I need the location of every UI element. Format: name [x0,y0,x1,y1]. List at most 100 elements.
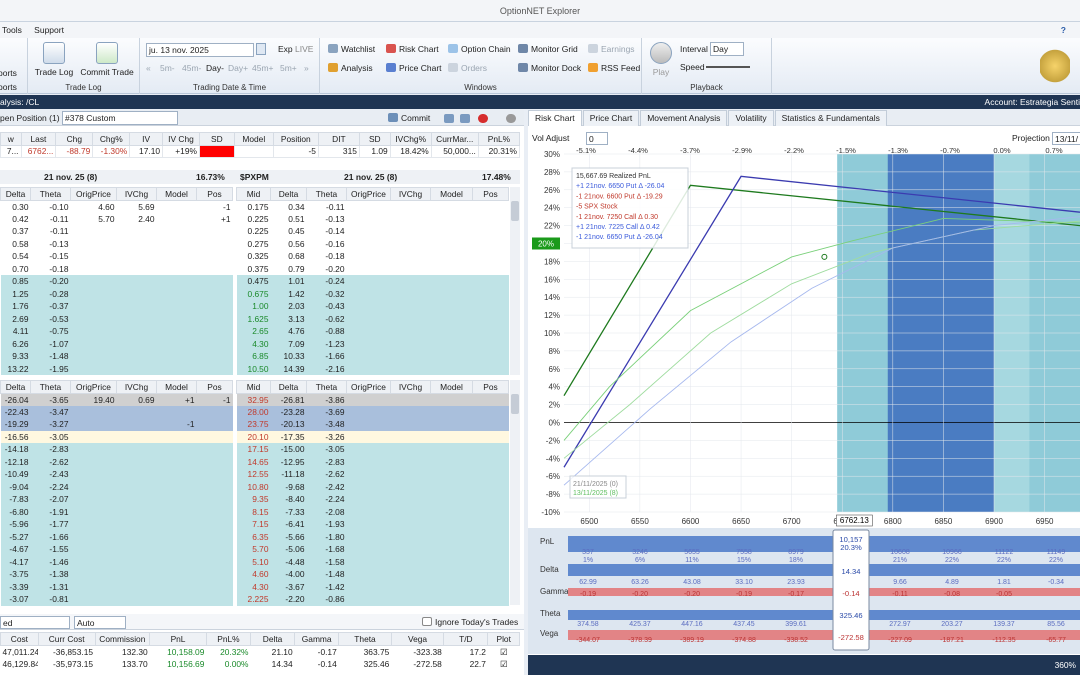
analysis-button[interactable]: Analysis [328,63,373,73]
chain-row[interactable]: 1.00 2.03 -0.43 [236,300,509,313]
chain-row[interactable]: -4.67 -1.55 [0,543,233,556]
scrollbar-thumb[interactable] [511,201,519,221]
commit-button[interactable]: Commit [388,110,430,126]
chain-row[interactable]: 6.35 -5.66 -1.80 [236,530,509,543]
trade-row[interactable]: 47,011.24 -36,853.15 132.30 10,158.09 20.32%… [1,645,520,658]
play-button[interactable]: Play [648,42,674,77]
price-chart-button[interactable]: Price Chart [386,63,442,73]
chain-row[interactable]: -3.39 -1.31 [0,580,233,593]
chain-row[interactable]: 1.25 -0.28 [0,287,233,300]
ignore-trades-checkbox[interactable]: Ignore Today's Trades [422,614,518,630]
chain-row[interactable]: 0.70 -0.18 [0,262,233,275]
chain-row[interactable]: 0.54 -0.15 [0,250,233,263]
ports-label[interactable]: ports [0,68,17,78]
chain-row[interactable]: 20.10 -17.35 -3.26 [236,430,509,443]
filter-select[interactable]: ed [0,616,70,629]
chain-row[interactable]: 6.85 10.33 -1.66 [236,350,509,363]
chain-row[interactable]: 10.80 -9.68 -2.42 [236,480,509,493]
zoom-icon[interactable] [444,114,454,123]
chain-row[interactable]: 0.225 0.45 -0.14 [236,225,509,238]
chain-row[interactable]: -14.18 -2.83 [0,443,233,456]
chain-row[interactable]: 0.475 1.01 -0.24 [236,275,509,288]
chain-row[interactable]: 17.15 -15.00 -3.05 [236,443,509,456]
chain-row[interactable]: -6.80 -1.91 [0,505,233,518]
calendar-icon[interactable] [256,43,266,55]
chain-row[interactable]: 4.11 -0.75 [0,325,233,338]
risk-chart[interactable]: 30% 28% 26% 24% 22% 20% 18% 16% 14% 12% 10% 8% 6% 4% 2… [528,146,1080,528]
step-back-icon[interactable]: « [146,63,151,73]
chain-row[interactable]: -5.27 -1.66 [0,530,233,543]
chain-row[interactable]: -3.07 -0.81 [0,593,233,606]
trading-date-input[interactable]: ju. 13 nov. 2025 [146,43,254,57]
chain-row[interactable]: 2.65 4.76 -0.88 [236,325,509,338]
chain-row[interactable]: 12.55 -11.18 -2.62 [236,468,509,481]
step-forward-icon[interactable]: » [304,63,309,73]
chain-row[interactable]: -3.75 -1.38 [0,568,233,581]
step-day-forward[interactable]: Day+ [228,63,248,73]
chain-row[interactable]: 4.30 7.09 -1.23 [236,337,509,350]
speed-slider[interactable] [706,66,750,68]
trade-row[interactable]: 46,129.84 -35,973.15 133.70 10,156.69 0.00% 1… [1,658,520,671]
risk-chart-button[interactable]: Risk Chart [386,44,439,54]
chain-row[interactable]: 0.42 -0.11 5.70 2.40 +1 [0,212,233,225]
chain-row[interactable]: 10.50 14.39 -2.16 [236,362,509,375]
tab-statistics-fundamentals[interactable]: Statistics & Fundamentals [774,110,887,126]
rss-feed-button[interactable]: RSS Feed [588,63,640,73]
step-5m-back[interactable]: 5m- [160,63,175,73]
chain-row[interactable]: 0.375 0.79 -0.20 [236,262,509,275]
scrollbar-thumb[interactable] [511,394,519,414]
chain-row[interactable]: 2.69 -0.53 [0,312,233,325]
export-icon[interactable] [460,114,470,123]
step-45m-forward[interactable]: 45m+ [252,63,274,73]
chain-row[interactable]: 5.70 -5.06 -1.68 [236,543,509,556]
chain-row[interactable]: 0.675 1.42 -0.32 [236,287,509,300]
chain-row[interactable]: 2.225 -2.20 -0.86 [236,593,509,606]
menu-tools[interactable]: Tools [2,22,22,38]
commit-trade-button[interactable]: Commit Trade [78,42,136,77]
chain-row[interactable]: 32.95 -26.81 -3.86 [236,393,509,406]
projection-input[interactable]: 13/11/ [1052,132,1080,145]
chain-row[interactable]: 0.58 -0.13 [0,237,233,250]
chain-row[interactable]: 7.15 -6.41 -1.93 [236,518,509,531]
chain-row[interactable]: 0.275 0.56 -0.16 [236,237,509,250]
chain-row[interactable]: 9.35 -8.40 -2.24 [236,493,509,506]
chain-row[interactable]: 28.00 -23.28 -3.69 [236,405,509,418]
tab-movement-analysis[interactable]: Movement Analysis [640,110,728,126]
chain-row[interactable]: 8.15 -7.33 -2.08 [236,505,509,518]
scrollbar[interactable] [510,380,520,605]
step-5m-forward[interactable]: 5m+ [280,63,297,73]
chain-row[interactable]: 5.10 -4.48 -1.58 [236,555,509,568]
earnings-button[interactable]: Earnings [588,44,635,54]
chain-row[interactable]: 1.76 -0.37 [0,300,233,313]
position-select[interactable]: #378 Custom [62,111,178,125]
help-icon[interactable]: ? [1061,22,1066,38]
tab-risk-chart[interactable]: Risk Chart [528,110,582,126]
chain-row[interactable]: -4.17 -1.46 [0,555,233,568]
menu-support[interactable]: Support [34,22,64,38]
chain-row[interactable]: -7.83 -2.07 [0,493,233,506]
chain-row[interactable]: 1.625 3.13 -0.62 [236,312,509,325]
chain-row[interactable]: 0.37 -0.11 [0,225,233,238]
tab-volatility[interactable]: Volatility [728,110,774,126]
chain-row[interactable]: -22.43 -3.47 [0,405,233,418]
gear-icon[interactable] [506,114,516,123]
chain-row[interactable]: 0.225 0.51 -0.13 [236,212,509,225]
chain-row[interactable]: 4.60 -4.00 -1.48 [236,568,509,581]
monitor-grid-button[interactable]: Monitor Grid [518,44,578,54]
vol-adjust-input[interactable]: 0 [586,132,608,145]
chain-row[interactable]: -5.96 -1.77 [0,518,233,531]
chain-row[interactable]: 0.325 0.68 -0.18 [236,250,509,263]
trade-log-button[interactable]: Trade Log [34,42,74,77]
tab-price-chart[interactable]: Price Chart [582,110,640,126]
chain-row[interactable]: 13.22 -1.95 [0,362,233,375]
chain-row[interactable]: 0.175 0.34 -0.11 [236,200,509,213]
chain-row[interactable]: 0.85 -0.20 [0,275,233,288]
step-45m-back[interactable]: 45m- [182,63,201,73]
chain-row[interactable]: -9.04 -2.24 [0,480,233,493]
interval-select[interactable]: Day [710,42,744,56]
chain-row[interactable]: 23.75 -20.13 -3.48 [236,418,509,431]
exp-button[interactable]: Exp LIVE [278,44,313,54]
chain-row[interactable]: 6.26 -1.07 [0,337,233,350]
chain-row[interactable]: 14.65 -12.95 -2.83 [236,455,509,468]
chain-row[interactable]: 4.30 -3.67 -1.42 [236,580,509,593]
